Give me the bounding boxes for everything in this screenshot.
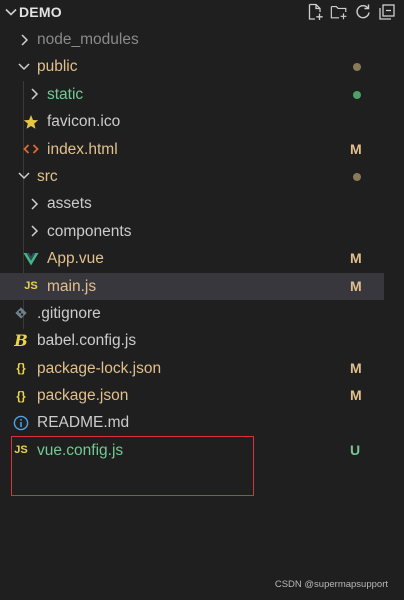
js-icon: JS (24, 280, 38, 293)
tree-item-label: main.js (47, 277, 97, 295)
tree-item-package-json[interactable]: {} package.json M (0, 382, 384, 409)
html-icon (23, 136, 39, 163)
git-status-badge: M (350, 250, 362, 267)
tree-item-label: package-lock.json (37, 359, 162, 377)
info-icon (13, 409, 29, 436)
chevron-down-icon[interactable] (4, 5, 18, 19)
tree-item-babel-config[interactable]: B babel.config.js (0, 327, 384, 354)
new-file-icon[interactable] (306, 2, 324, 22)
json-icon: {} (16, 388, 26, 403)
tree-item-assets[interactable]: assets (0, 190, 384, 217)
chevron-down-icon (16, 53, 32, 80)
tree-item-label: .gitignore (37, 304, 101, 322)
workspace-title: DEMO (19, 4, 62, 20)
tree-item-favicon[interactable]: favicon.ico (0, 108, 384, 135)
tree-item-label: favicon.ico (47, 113, 121, 131)
modified-dot (353, 63, 361, 72)
refresh-icon[interactable] (354, 2, 372, 22)
vue-icon (23, 245, 39, 272)
json-icon: {} (16, 361, 26, 376)
tree-item-readme[interactable]: README.md (0, 409, 384, 436)
git-status-badge: M (350, 387, 362, 404)
git-status-badge: U (350, 441, 361, 458)
tree-item-label: package.json (37, 387, 129, 405)
chevron-down-icon (16, 163, 32, 190)
tree-item-label: assets (47, 195, 92, 213)
watermark: CSDN @supermapsupport (274, 579, 388, 590)
tree-item-label: App.vue (47, 250, 104, 268)
tree-item-label: components (47, 222, 132, 240)
chevron-right-icon (16, 26, 32, 53)
tree-item-label: index.html (47, 140, 118, 158)
star-icon (23, 108, 39, 135)
collapse-all-icon[interactable] (378, 2, 396, 22)
tree-item-gitignore[interactable]: .gitignore (0, 300, 384, 327)
git-status-badge: M (350, 277, 362, 294)
chevron-right-icon (26, 81, 42, 108)
explorer-header[interactable]: DEMO (0, 0, 404, 26)
babel-icon: B (14, 331, 28, 351)
tree-item-label: babel.config.js (37, 332, 137, 350)
tree-item-node-modules[interactable]: node_modules (0, 26, 384, 53)
tree-item-package-lock[interactable]: {} package-lock.json M (0, 355, 384, 382)
file-tree: node_modules public static favicon.ico i… (0, 26, 404, 464)
chevron-right-icon (26, 218, 42, 245)
tree-item-public[interactable]: public (0, 53, 384, 80)
git-icon (13, 300, 29, 327)
highlight-annotation-box (11, 436, 254, 496)
new-folder-icon[interactable] (330, 2, 348, 22)
tree-item-label: README.md (37, 414, 130, 432)
tree-item-label: public (37, 58, 78, 76)
modified-dot (353, 172, 361, 181)
tree-item-app-vue[interactable]: App.vue M (0, 245, 384, 272)
explorer-panel: DEMO node_modules public static favicon.… (0, 0, 404, 600)
untracked-dot (353, 90, 361, 99)
tree-item-label: node_modules (37, 31, 139, 48)
tree-item-label: src (37, 167, 58, 185)
tree-item-components[interactable]: components (0, 218, 384, 245)
tree-item-index-html[interactable]: index.html M (0, 136, 384, 163)
tree-item-src[interactable]: src (0, 163, 384, 190)
explorer-actions (306, 2, 396, 22)
git-status-badge: M (350, 140, 362, 157)
chevron-right-icon (26, 190, 42, 217)
tree-item-main-js[interactable]: JS main.js M (0, 272, 384, 300)
tree-item-label: static (47, 85, 84, 103)
tree-item-static[interactable]: static (0, 81, 384, 108)
git-status-badge: M (350, 359, 362, 376)
